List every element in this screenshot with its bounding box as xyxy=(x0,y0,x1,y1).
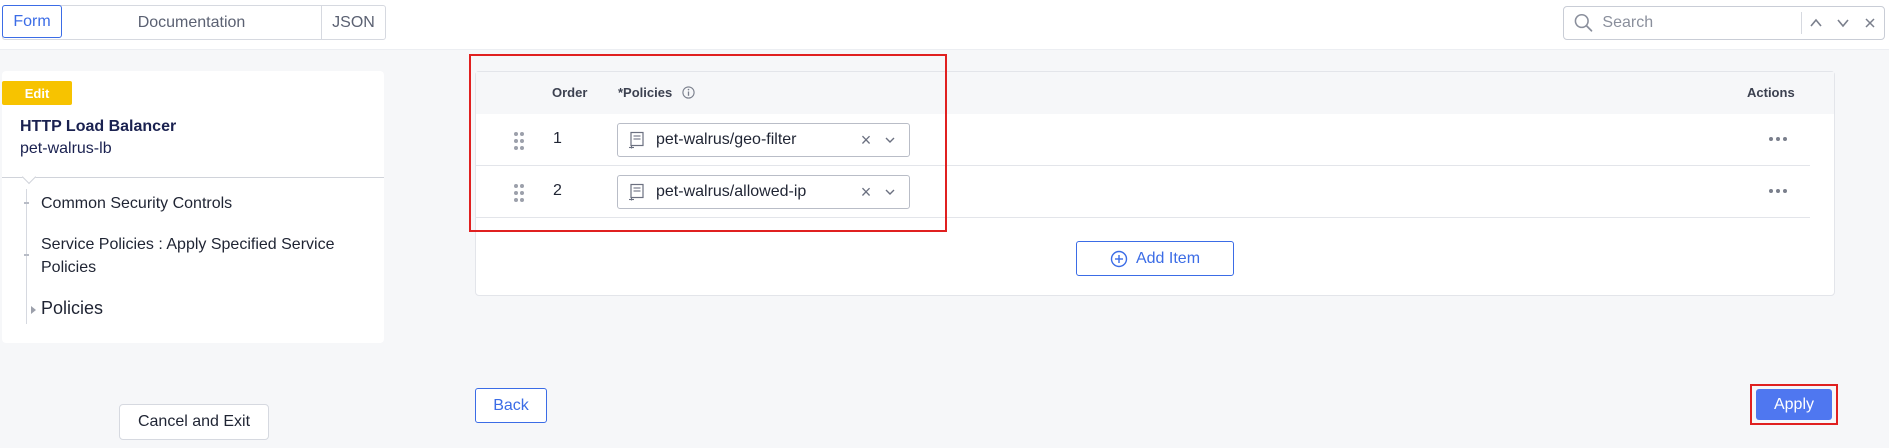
chevron-down-icon xyxy=(885,189,895,195)
column-header-policies-label: *Policies xyxy=(618,85,673,100)
table-row: 2 pet-walrus/allowed-ip × xyxy=(476,166,1810,218)
chevron-down-icon xyxy=(1837,19,1849,28)
view-mode-tabs: Form Documentation JSON xyxy=(2,5,386,40)
divider xyxy=(2,177,384,178)
row-actions-menu-button[interactable] xyxy=(1769,184,1793,198)
tab-form[interactable]: Form xyxy=(2,5,62,38)
tab-json[interactable]: JSON xyxy=(322,6,385,39)
info-icon[interactable] xyxy=(682,86,695,99)
more-dot xyxy=(1783,189,1787,193)
more-dot xyxy=(1776,137,1780,141)
drag-handle-icon[interactable] xyxy=(513,131,525,151)
column-header-actions: Actions xyxy=(1747,85,1795,100)
search-prev-button[interactable] xyxy=(1802,9,1829,37)
plus-circle-icon xyxy=(1110,250,1128,267)
top-bar: Form Documentation JSON xyxy=(0,0,1889,50)
object-summary-panel: Edit HTTP Load Balancer pet-walrus-lb Co… xyxy=(2,71,384,343)
cancel-and-exit-button[interactable]: Cancel and Exit xyxy=(119,404,269,440)
search-icon xyxy=(1574,13,1593,32)
more-dot xyxy=(1769,189,1773,193)
nav-tree-dot xyxy=(24,202,29,204)
search-input[interactable] xyxy=(1600,9,1796,37)
row-actions-menu-button[interactable] xyxy=(1769,132,1793,146)
object-name: pet-walrus-lb xyxy=(20,140,112,157)
more-dot xyxy=(1783,137,1787,141)
table-row: 1 pet-walrus/geo-filter × xyxy=(476,114,1810,166)
dropdown-toggle[interactable] xyxy=(876,186,904,198)
clear-selection-button[interactable]: × xyxy=(856,130,876,151)
back-button[interactable]: Back xyxy=(475,388,547,423)
close-icon xyxy=(1865,18,1875,28)
table-header: Order *Policies Actions xyxy=(476,72,1834,114)
order-number: 2 xyxy=(553,182,562,199)
policy-document-icon xyxy=(629,131,644,149)
edit-badge: Edit xyxy=(2,81,72,105)
search-next-button[interactable] xyxy=(1830,9,1857,37)
chevron-down-icon xyxy=(885,137,895,143)
clear-selection-button[interactable]: × xyxy=(856,182,876,203)
policy-document-icon xyxy=(629,183,644,201)
add-item-button[interactable]: Add Item xyxy=(1076,241,1234,276)
search-close-button[interactable] xyxy=(1857,9,1884,37)
divider-notch xyxy=(21,169,37,185)
more-dot xyxy=(1769,137,1773,141)
more-dot xyxy=(1776,189,1780,193)
object-type-title: HTTP Load Balancer xyxy=(20,118,177,135)
column-header-order: Order xyxy=(552,85,588,100)
nav-tree-line xyxy=(26,189,27,324)
drag-handle-icon[interactable] xyxy=(513,183,525,203)
nav-item-common-security-controls[interactable]: Common Security Controls xyxy=(41,192,361,215)
add-item-label: Add Item xyxy=(1135,249,1201,267)
policy-select-value: pet-walrus/geo-filter xyxy=(656,131,797,148)
nav-item-service-policies[interactable]: Service Policies : Apply Specified Servi… xyxy=(41,233,361,279)
policy-select[interactable]: pet-walrus/allowed-ip × xyxy=(617,175,910,209)
policies-table: Order *Policies Actions 1 pet-walrus/geo… xyxy=(475,71,1835,296)
policy-select[interactable]: pet-walrus/geo-filter × xyxy=(617,123,910,157)
policy-select-value: pet-walrus/allowed-ip xyxy=(656,183,807,200)
column-header-policies: *Policies xyxy=(618,85,695,100)
search-box xyxy=(1563,6,1885,40)
order-number: 1 xyxy=(553,130,562,147)
nav-item-policies[interactable]: Policies xyxy=(41,297,361,320)
chevron-up-icon xyxy=(1810,18,1822,27)
dropdown-toggle[interactable] xyxy=(876,134,904,146)
apply-button[interactable]: Apply xyxy=(1756,389,1832,420)
current-item-arrow-icon xyxy=(31,306,36,314)
tab-documentation[interactable]: Documentation xyxy=(62,6,322,39)
nav-tree-dot xyxy=(24,254,29,256)
